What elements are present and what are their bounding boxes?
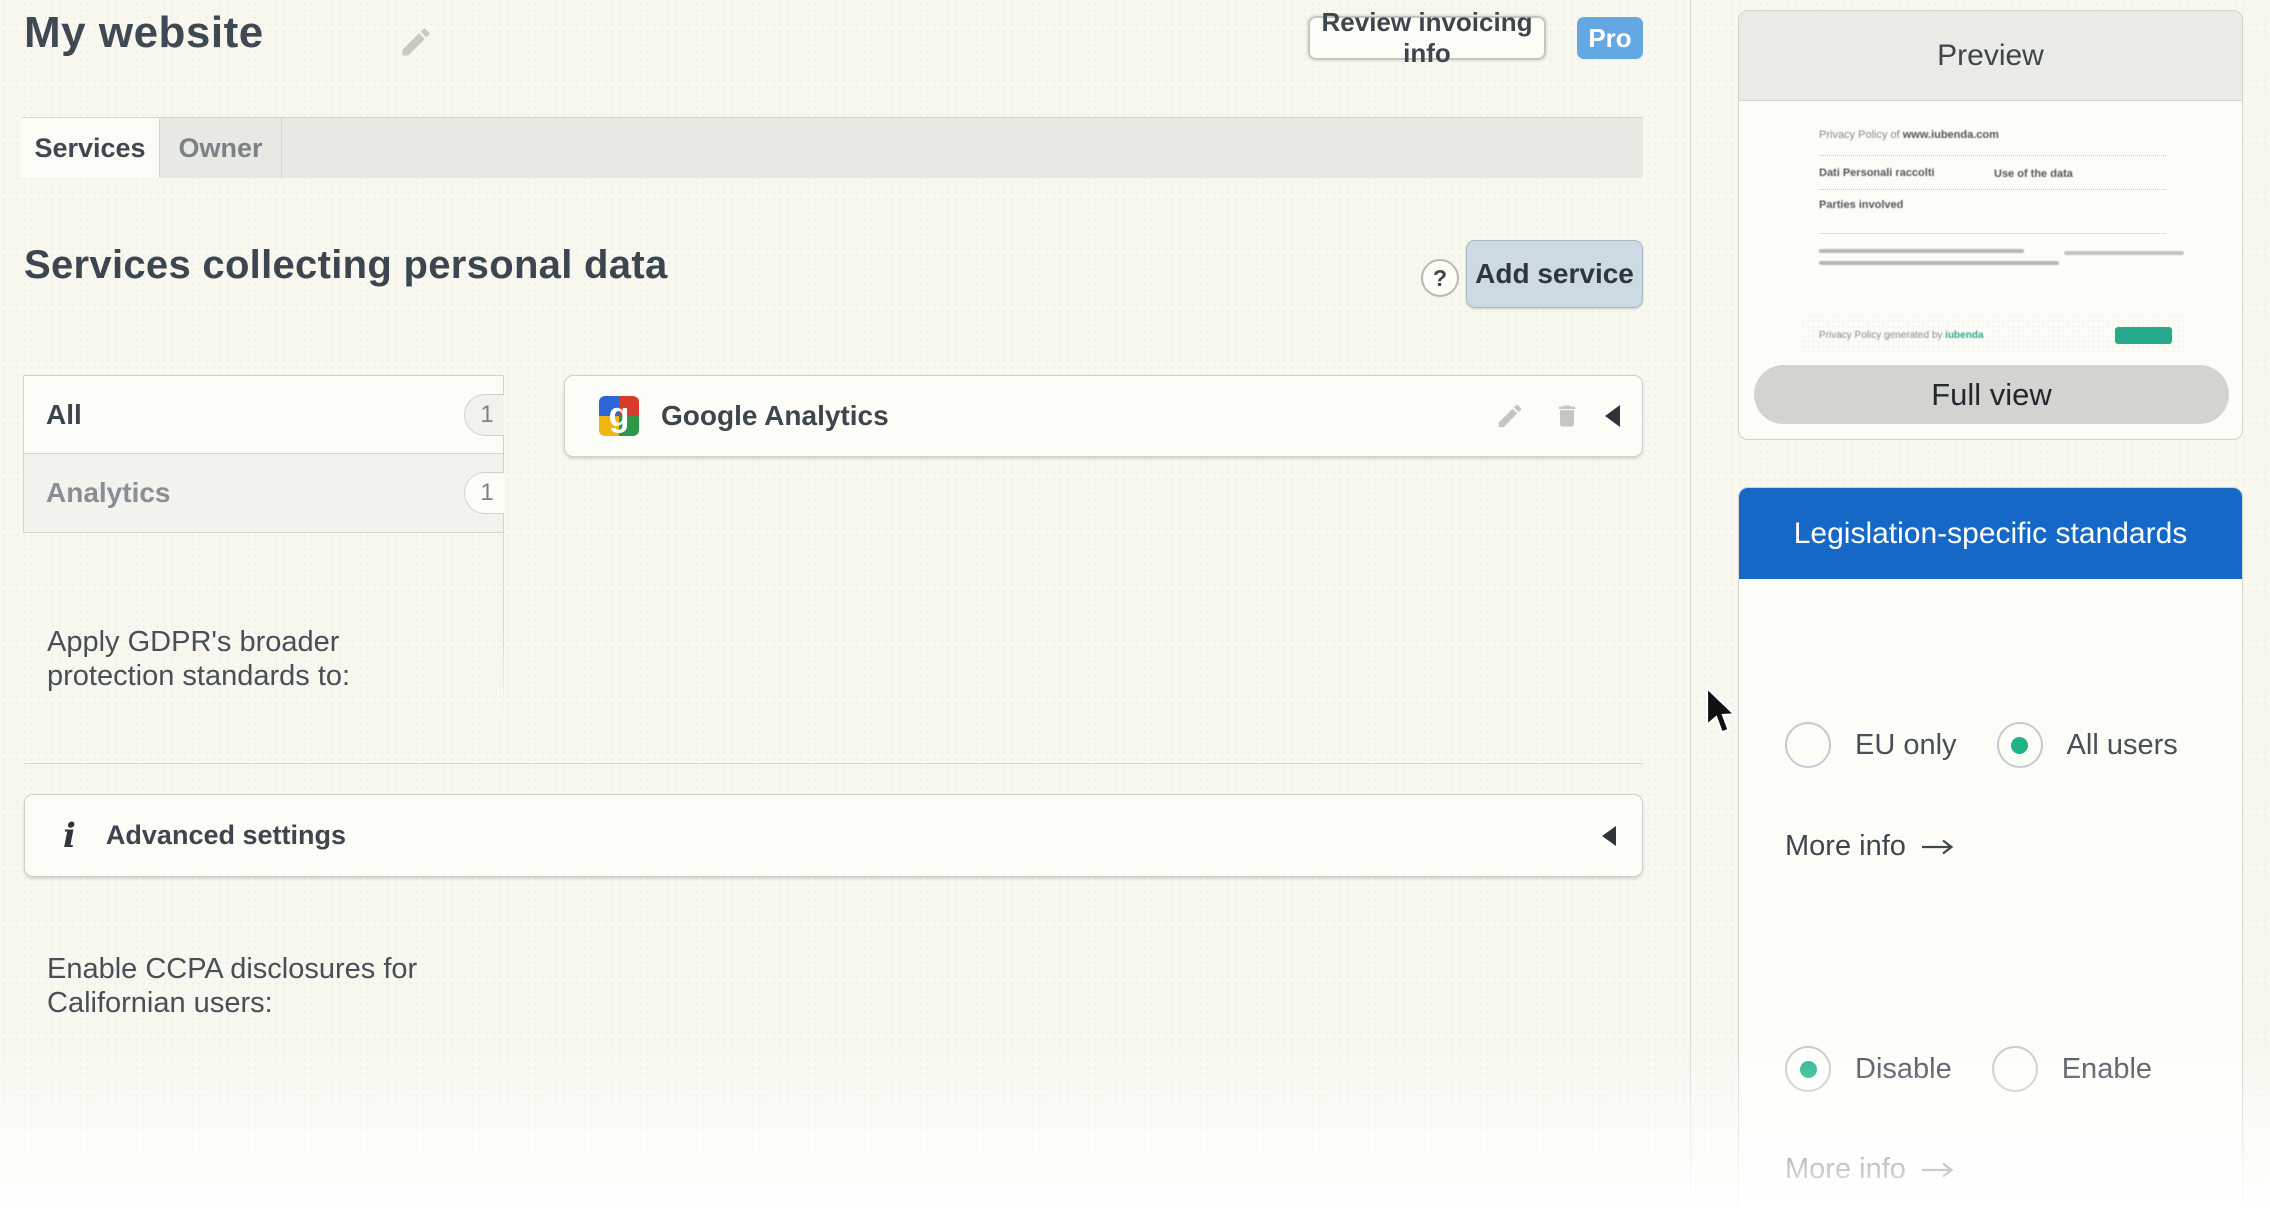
page-title: My website <box>24 8 264 58</box>
tab-owner[interactable]: Owner <box>160 118 282 178</box>
radio-eu-only[interactable] <box>1785 722 1831 768</box>
help-button[interactable]: ? <box>1421 259 1459 297</box>
advanced-settings-label: Advanced settings <box>106 820 346 851</box>
gdpr-more-info-link[interactable]: More info <box>1785 830 1956 863</box>
radio-enable-label[interactable]: Enable <box>2062 1053 2152 1086</box>
gdpr-question: Apply GDPR's broader protection standard… <box>47 625 472 693</box>
delete-service-trash-icon[interactable] <box>1553 401 1581 431</box>
radio-all-users[interactable] <box>1997 722 2043 768</box>
category-panel-edge-line <box>503 532 504 717</box>
radio-disable-label[interactable]: Disable <box>1855 1053 1952 1086</box>
ccpa-radio-group: Disable Enable <box>1785 1046 2192 1092</box>
arrow-right-icon <box>1920 1161 1956 1179</box>
collapse-advanced-arrow-icon[interactable] <box>1602 826 1616 846</box>
category-all-count-badge: 1 <box>464 394 504 436</box>
category-analytics-label: Analytics <box>46 477 171 509</box>
full-view-button[interactable]: Full view <box>1754 365 2229 424</box>
category-all[interactable]: All 1 <box>24 376 503 454</box>
svg-text:g: g <box>609 396 630 434</box>
category-all-label: All <box>46 399 82 431</box>
thumbnail-footer: Privacy Policy generated by iubenda <box>1801 314 2186 356</box>
radio-eu-only-label[interactable]: EU only <box>1855 729 1957 762</box>
gdpr-radio-group: EU only All users <box>1785 722 2218 768</box>
preview-title: Preview <box>1739 11 2242 101</box>
category-analytics[interactable]: Analytics 1 <box>24 454 503 532</box>
edit-title-pencil-icon[interactable] <box>398 24 434 65</box>
edit-service-pencil-icon[interactable] <box>1495 401 1525 431</box>
placeholder-line <box>1819 261 2059 265</box>
radio-enable[interactable] <box>1992 1046 2038 1092</box>
preview-panel: Preview Privacy Policy of www.iubenda.co… <box>1738 10 2243 440</box>
google-analytics-icon: g <box>599 396 639 436</box>
legislation-panel-title: Legislation-specific standards <box>1739 488 2242 579</box>
info-icon: i <box>63 816 76 856</box>
radio-disable[interactable] <box>1785 1046 1831 1092</box>
radio-all-users-label[interactable]: All users <box>2067 729 2178 762</box>
service-name: Google Analytics <box>661 400 889 432</box>
section-divider <box>24 763 1643 764</box>
add-service-button[interactable]: Add service <box>1466 240 1643 308</box>
advanced-settings-row[interactable]: i Advanced settings <box>24 794 1643 877</box>
arrow-right-icon <box>1920 838 1956 856</box>
ccpa-question: Enable CCPA disclosures for Californian … <box>47 952 472 1020</box>
content-sidebar-divider <box>1690 0 1691 1208</box>
review-invoicing-button[interactable]: Review invoicing info <box>1308 16 1546 60</box>
placeholder-line <box>1819 249 2024 253</box>
service-row-google-analytics[interactable]: g Google Analytics <box>564 375 1643 457</box>
section-heading: Services collecting personal data <box>24 243 668 288</box>
placeholder-line <box>2064 251 2184 255</box>
tab-bar: Services Owner <box>21 117 1643 178</box>
collapse-service-arrow-icon[interactable] <box>1605 405 1620 427</box>
pro-badge[interactable]: Pro <box>1577 17 1643 59</box>
category-analytics-count-badge: 1 <box>464 472 504 514</box>
thumbnail-green-button <box>2115 327 2172 344</box>
ccpa-more-info-link[interactable]: More info <box>1785 1153 1956 1186</box>
tab-services[interactable]: Services <box>21 118 160 178</box>
category-list: All 1 Analytics 1 <box>23 375 504 533</box>
